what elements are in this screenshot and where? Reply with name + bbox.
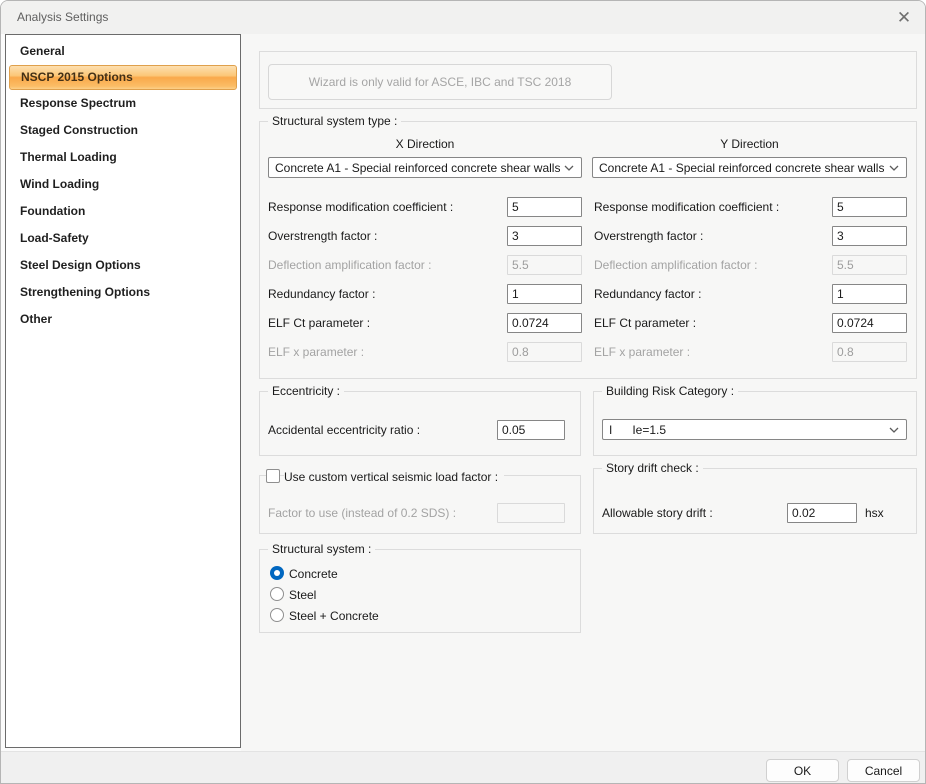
y-elf-ct-input[interactable] — [832, 313, 907, 333]
y-overstrength-input[interactable] — [832, 226, 907, 246]
x-direction-combobox[interactable]: Concrete A1 - Special reinforced concret… — [268, 157, 582, 178]
radio-steel-label[interactable]: Steel — [289, 588, 316, 602]
chevron-down-icon — [889, 165, 899, 171]
y-overstrength-label: Overstrength factor : — [594, 229, 703, 243]
sidebar-item-steel-design-options[interactable]: Steel Design Options — [6, 252, 240, 279]
group-title: Eccentricity : — [268, 384, 344, 398]
combobox-value: Concrete A1 - Special reinforced concret… — [599, 161, 884, 175]
allowable-story-drift-label: Allowable story drift : — [602, 506, 713, 520]
y-redundancy-input[interactable] — [832, 284, 907, 304]
group-title: Story drift check : — [602, 461, 703, 475]
x-response-modification-input[interactable] — [507, 197, 582, 217]
x-elf-x-input — [507, 342, 582, 362]
sidebar-item-foundation[interactable]: Foundation — [6, 198, 240, 225]
structural-system-group: Structural system : Concrete Steel Steel… — [259, 549, 581, 633]
x-redundancy-input[interactable] — [507, 284, 582, 304]
group-title: Building Risk Category : — [602, 384, 738, 398]
y-response-modification-input[interactable] — [832, 197, 907, 217]
x-overstrength-input[interactable] — [507, 226, 582, 246]
chevron-down-icon — [564, 165, 574, 171]
wizard-button: Wizard is only valid for ASCE, IBC and T… — [268, 64, 612, 100]
radio-steel-concrete[interactable] — [270, 608, 284, 622]
chevron-down-icon — [889, 427, 899, 433]
sidebar-item-wind-loading[interactable]: Wind Loading — [6, 171, 240, 198]
analysis-settings-dialog: Analysis Settings ✕ General NSCP 2015 Op… — [0, 0, 926, 784]
x-direction-header: X Direction — [268, 137, 582, 151]
x-deflection-amplification-label: Deflection amplification factor : — [268, 258, 431, 272]
radio-steel[interactable] — [270, 587, 284, 601]
x-redundancy-label: Redundancy factor : — [268, 287, 375, 301]
sidebar-item-strengthening-options[interactable]: Strengthening Options — [6, 279, 240, 306]
x-deflection-amplification-input — [507, 255, 582, 275]
y-direction-header: Y Direction — [592, 137, 907, 151]
close-button[interactable]: ✕ — [891, 5, 917, 31]
y-elf-x-input — [832, 342, 907, 362]
eccentricity-group: Eccentricity : Accidental eccentricity r… — [259, 391, 581, 456]
radio-steel-concrete-label[interactable]: Steel + Concrete — [289, 609, 379, 623]
x-elf-ct-input[interactable] — [507, 313, 582, 333]
accidental-eccentricity-label: Accidental eccentricity ratio : — [268, 423, 420, 437]
sidebar-item-response-spectrum[interactable]: Response Spectrum — [6, 90, 240, 117]
custom-vertical-seismic-checkbox-label[interactable]: Use custom vertical seismic load factor … — [284, 470, 504, 484]
sidebar-item-thermal-loading[interactable]: Thermal Loading — [6, 144, 240, 171]
sidebar-item-nscp-2015-options[interactable]: NSCP 2015 Options — [9, 65, 237, 90]
group-title: Structural system type : — [268, 114, 401, 128]
y-redundancy-label: Redundancy factor : — [594, 287, 701, 301]
custom-vertical-seismic-checkbox[interactable] — [266, 469, 280, 483]
x-elf-x-label: ELF x parameter : — [268, 345, 364, 359]
sidebar: General NSCP 2015 Options Response Spect… — [5, 34, 241, 748]
y-deflection-amplification-input — [832, 255, 907, 275]
factor-to-use-label: Factor to use (instead of 0.2 SDS) : — [268, 506, 456, 520]
close-icon: ✕ — [897, 8, 911, 28]
y-elf-ct-label: ELF Ct parameter : — [594, 316, 696, 330]
sidebar-item-general[interactable]: General — [6, 38, 240, 65]
combobox-value: I Ie=1.5 — [609, 423, 666, 437]
sidebar-item-staged-construction[interactable]: Staged Construction — [6, 117, 240, 144]
group-title: Structural system : — [268, 542, 375, 556]
window-title: Analysis Settings — [17, 10, 108, 24]
radio-concrete-label[interactable]: Concrete — [289, 567, 338, 581]
x-overstrength-label: Overstrength factor : — [268, 229, 377, 243]
accidental-eccentricity-input[interactable] — [497, 420, 565, 440]
x-response-modification-label: Response modification coefficient : — [268, 200, 453, 214]
story-drift-check-group: Story drift check : Allowable story drif… — [593, 468, 917, 534]
title-bar: Analysis Settings ✕ — [1, 1, 925, 34]
radio-concrete[interactable] — [270, 566, 284, 580]
building-risk-category-group: Building Risk Category : I Ie=1.5 — [593, 391, 917, 456]
ok-button[interactable]: OK — [766, 759, 839, 782]
allowable-story-drift-input[interactable] — [787, 503, 857, 523]
y-response-modification-label: Response modification coefficient : — [594, 200, 779, 214]
y-deflection-amplification-label: Deflection amplification factor : — [594, 258, 757, 272]
footer-bar: OK Cancel — [1, 751, 925, 784]
story-drift-unit-label: hsx — [865, 506, 884, 520]
y-elf-x-label: ELF x parameter : — [594, 345, 690, 359]
factor-to-use-input — [497, 503, 565, 523]
sidebar-item-load-safety[interactable]: Load-Safety — [6, 225, 240, 252]
building-risk-category-combobox[interactable]: I Ie=1.5 — [602, 419, 907, 440]
wizard-group: Wizard is only valid for ASCE, IBC and T… — [259, 51, 917, 109]
sidebar-item-other[interactable]: Other — [6, 306, 240, 333]
structural-system-type-group: Structural system type : X Direction Con… — [259, 121, 917, 379]
combobox-value: Concrete A1 - Special reinforced concret… — [275, 161, 560, 175]
custom-vertical-seismic-group: Use custom vertical seismic load factor … — [259, 475, 581, 534]
x-elf-ct-label: ELF Ct parameter : — [268, 316, 370, 330]
cancel-button[interactable]: Cancel — [847, 759, 920, 782]
y-direction-combobox[interactable]: Concrete A1 - Special reinforced concret… — [592, 157, 907, 178]
